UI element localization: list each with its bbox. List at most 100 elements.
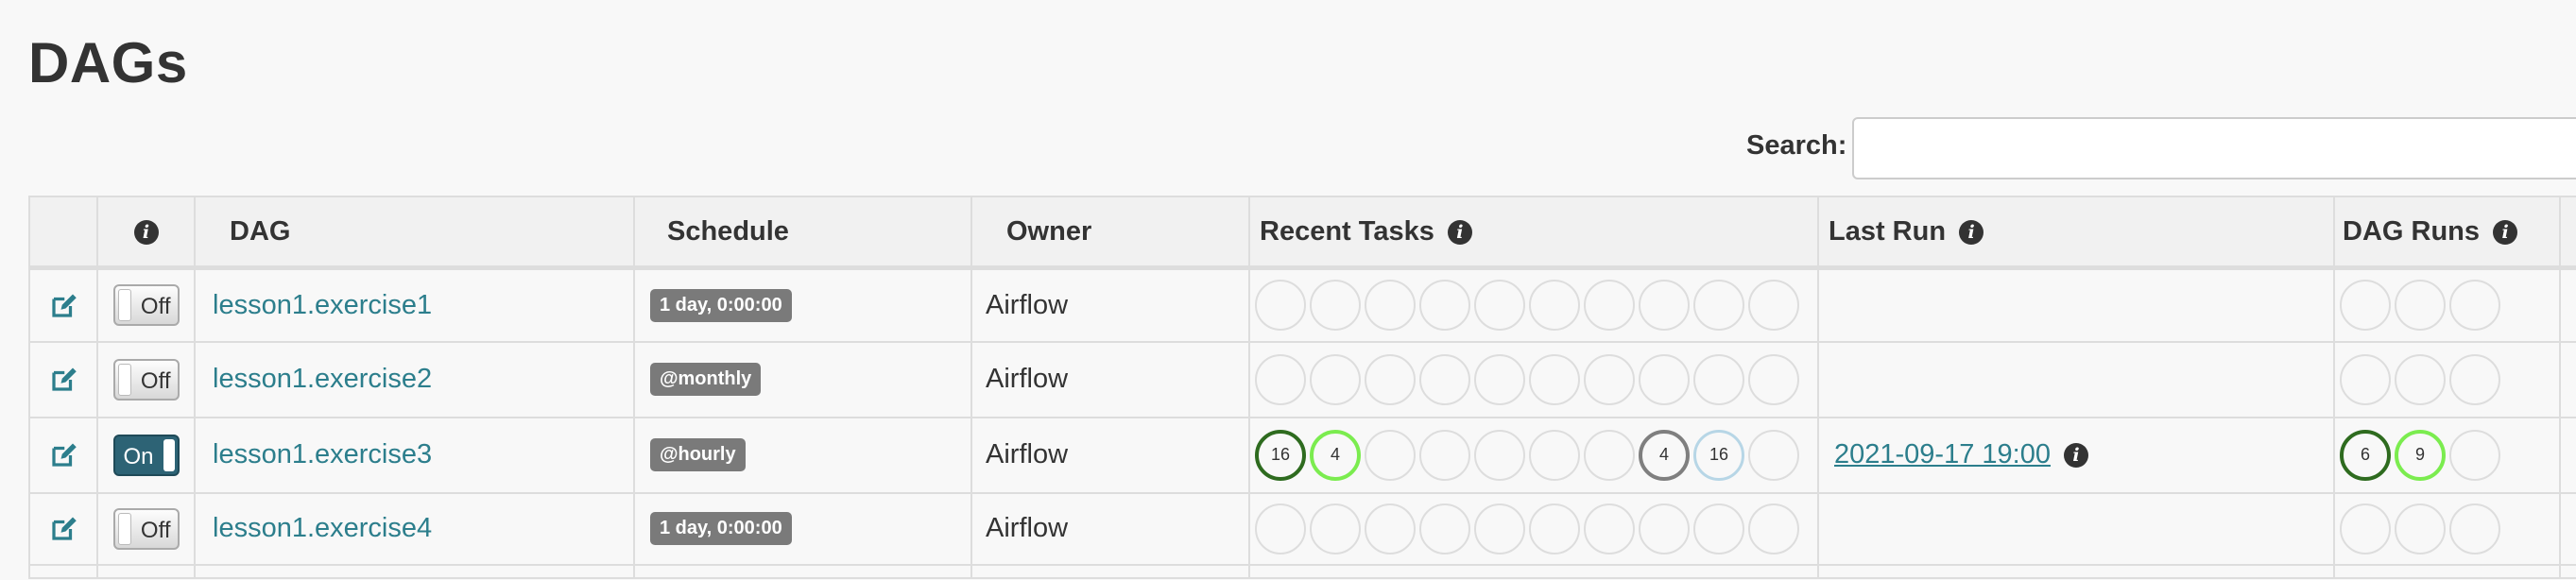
- empty-cell: [2559, 563, 2576, 579]
- dag-runs-circle-none[interactable]: [2449, 280, 2500, 332]
- schedule-badge[interactable]: 1 day, 0:00:00: [650, 512, 792, 545]
- recent-tasks-circle-none[interactable]: [1584, 280, 1635, 332]
- dag-runs-cell: 69: [2333, 416, 2561, 494]
- table-row: Off lesson1.exercise2 @monthly Airflow: [28, 340, 2576, 418]
- edit-icon[interactable]: [49, 366, 77, 394]
- empty-cell: [633, 563, 972, 579]
- edit-icon[interactable]: [49, 292, 77, 320]
- recent-tasks-circle-none[interactable]: [1639, 280, 1690, 332]
- recent-tasks-circle-none[interactable]: [1529, 503, 1580, 554]
- dag-runs-circle-none[interactable]: [2449, 353, 2500, 405]
- recent-tasks-circle-none[interactable]: [1365, 429, 1416, 481]
- header-edit: [28, 196, 98, 270]
- toggle-label: Off: [140, 367, 171, 394]
- dag-runs-circle-none[interactable]: [2449, 503, 2500, 554]
- schedule-cell: 1 day, 0:00:00: [633, 266, 972, 343]
- header-owner-label: Owner: [1006, 215, 1092, 247]
- recent-tasks-circle-none[interactable]: [1419, 503, 1470, 554]
- recent-tasks-circle-running[interactable]: 4: [1310, 429, 1361, 481]
- recent-tasks-circle-scheduled[interactable]: 16: [1693, 429, 1744, 481]
- recent-tasks-circle-none[interactable]: [1748, 429, 1799, 481]
- dag-toggle[interactable]: Off: [112, 358, 180, 401]
- recent-tasks-circle-none[interactable]: [1365, 353, 1416, 405]
- table-row: Off lesson1.exercise1 1 day, 0:00:00 Airflo…: [28, 266, 2576, 343]
- recent-tasks-circle-none[interactable]: [1474, 503, 1525, 554]
- dag-runs-circle-success[interactable]: 6: [2340, 429, 2391, 481]
- extra-cell: [2559, 266, 2576, 343]
- recent-tasks-circle-none[interactable]: [1693, 353, 1744, 405]
- recent-tasks-circle-none[interactable]: [1310, 353, 1361, 405]
- info-icon[interactable]: i: [133, 219, 159, 245]
- recent-tasks-circle-none[interactable]: [1748, 280, 1799, 332]
- recent-tasks-circle-none[interactable]: [1529, 280, 1580, 332]
- search-input[interactable]: [1852, 117, 2576, 179]
- info-icon[interactable]: i: [1447, 219, 1472, 245]
- dag-cell: lesson1.exercise4: [194, 491, 635, 566]
- recent-tasks-circle-none[interactable]: [1365, 503, 1416, 554]
- recent-tasks-circle-none[interactable]: [1474, 353, 1525, 405]
- header-schedule[interactable]: Schedule: [633, 196, 972, 270]
- recent-tasks-circle-none[interactable]: [1255, 280, 1306, 332]
- info-icon[interactable]: i: [1959, 219, 1984, 245]
- dag-link[interactable]: lesson1.exercise3: [213, 439, 432, 469]
- dag-runs-circle-none[interactable]: [2340, 280, 2391, 332]
- recent-tasks-circle-none[interactable]: [1584, 353, 1635, 405]
- dag-runs-circle-none[interactable]: [2395, 280, 2446, 332]
- dag-link[interactable]: lesson1.exercise2: [213, 364, 432, 394]
- recent-tasks-circle-success[interactable]: 16: [1255, 429, 1306, 481]
- table-row: Off lesson1.exercise4 1 day, 0:00:00 Airflo…: [28, 491, 2576, 566]
- dag-toggle[interactable]: Off: [112, 507, 180, 550]
- dag-runs-circle-none[interactable]: [2395, 353, 2446, 405]
- header-extra: [2559, 196, 2576, 270]
- recent-tasks-circle-none[interactable]: [1584, 429, 1635, 481]
- dag-toggle[interactable]: Off: [112, 284, 180, 327]
- header-owner[interactable]: Owner: [970, 196, 1250, 270]
- toggle-cell: Off: [96, 340, 196, 418]
- recent-tasks-circle-none[interactable]: [1255, 353, 1306, 405]
- recent-tasks-circle-none[interactable]: [1310, 280, 1361, 332]
- last-run-link[interactable]: 2021-09-17 19:00: [1834, 439, 2051, 469]
- recent-tasks-circle-none[interactable]: [1365, 280, 1416, 332]
- dag-runs-circle-none[interactable]: [2449, 429, 2500, 481]
- header-dag-label: DAG: [230, 215, 291, 247]
- info-icon[interactable]: i: [2493, 219, 2518, 245]
- header-recent-tasks: Recent Tasks i: [1248, 196, 1819, 270]
- recent-tasks-circle-none[interactable]: [1693, 503, 1744, 554]
- info-icon[interactable]: i: [2063, 442, 2088, 468]
- dag-runs-circle-none[interactable]: [2340, 503, 2391, 554]
- dag-link[interactable]: lesson1.exercise1: [213, 290, 432, 320]
- recent-tasks-circle-none[interactable]: [1310, 503, 1361, 554]
- dag-link[interactable]: lesson1.exercise4: [213, 513, 432, 543]
- dag-runs-circle-none[interactable]: [2340, 353, 2391, 405]
- recent-tasks-circle-removed[interactable]: 4: [1639, 429, 1690, 481]
- recent-tasks-circles: [1255, 503, 1817, 554]
- edit-cell: [28, 266, 98, 343]
- recent-tasks-circle-none[interactable]: [1748, 503, 1799, 554]
- edit-icon[interactable]: [49, 515, 77, 543]
- recent-tasks-circle-none[interactable]: [1255, 503, 1306, 554]
- dag-cell: lesson1.exercise2: [194, 340, 635, 418]
- dag-cell: lesson1.exercise1: [194, 266, 635, 343]
- recent-tasks-circle-none[interactable]: [1474, 280, 1525, 332]
- recent-tasks-circle-none[interactable]: [1419, 280, 1470, 332]
- dag-runs-circle-running[interactable]: 9: [2395, 429, 2446, 481]
- schedule-badge[interactable]: @hourly: [650, 438, 746, 471]
- recent-tasks-circle-none[interactable]: [1584, 503, 1635, 554]
- dag-runs-circle-none[interactable]: [2395, 503, 2446, 554]
- recent-tasks-circle-none[interactable]: [1474, 429, 1525, 481]
- dag-toggle[interactable]: On: [112, 434, 180, 476]
- recent-tasks-circle-none[interactable]: [1419, 353, 1470, 405]
- recent-tasks-circle-none[interactable]: [1529, 353, 1580, 405]
- recent-tasks-circle-none[interactable]: [1419, 429, 1470, 481]
- recent-tasks-circle-none[interactable]: [1639, 503, 1690, 554]
- header-dag[interactable]: DAG: [194, 196, 635, 270]
- table-row: [28, 563, 2576, 579]
- recent-tasks-circle-none[interactable]: [1693, 280, 1744, 332]
- recent-tasks-circle-none[interactable]: [1529, 429, 1580, 481]
- schedule-badge[interactable]: @monthly: [650, 363, 762, 396]
- schedule-badge[interactable]: 1 day, 0:00:00: [650, 288, 792, 322]
- edit-icon[interactable]: [49, 441, 77, 469]
- recent-tasks-circle-none[interactable]: [1639, 353, 1690, 405]
- header-last-run-label: Last Run: [1829, 215, 1947, 247]
- recent-tasks-circle-none[interactable]: [1748, 353, 1799, 405]
